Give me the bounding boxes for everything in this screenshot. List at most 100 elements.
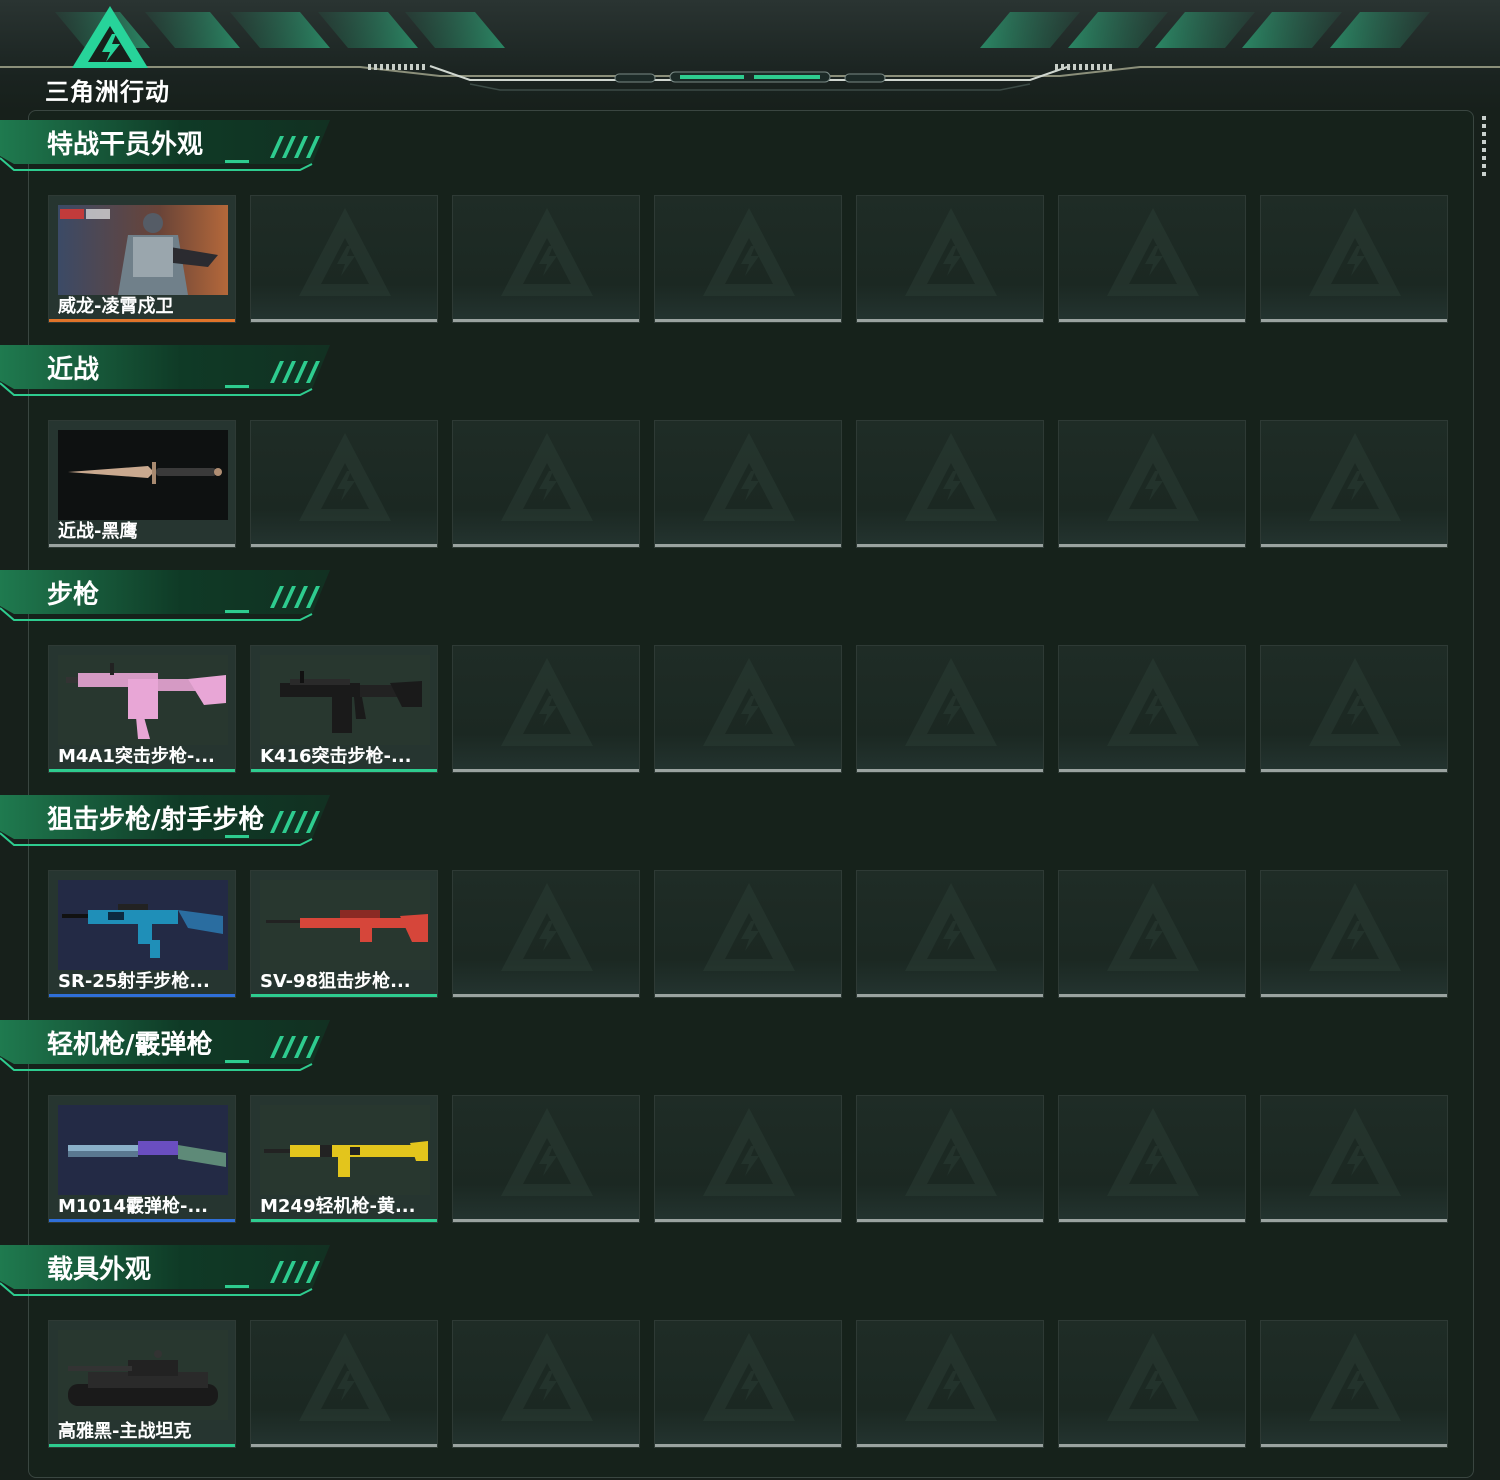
item-name: SR-25射手步枪... [58,971,210,992]
item-card[interactable]: SV-98狙击步枪... [250,870,438,998]
item-name: M1014霰弹枪-... [58,1196,208,1217]
section-header: 载具外观 [0,1245,340,1301]
item-card[interactable]: M4A1突击步枪-... [48,645,236,773]
empty-slot [250,195,438,323]
placeholder-logo-icon [905,208,997,296]
item-card[interactable]: M1014霰弹枪-... [48,1095,236,1223]
item-card[interactable]: SR-25射手步枪... [48,870,236,998]
item-name: M249轻机枪-黄... [260,1196,416,1217]
empty-slot [1058,1095,1246,1223]
item-name: M4A1突击步枪-... [58,746,215,767]
section-title: 狙击步枪/射手步枪 [47,805,265,835]
empty-slot [1058,195,1246,323]
item-card[interactable]: 威龙-凌霄戍卫 [48,195,236,323]
placeholder-logo-icon [1107,208,1199,296]
section-title: 步枪 [47,580,100,610]
placeholder-logo-icon [1309,208,1401,296]
top-banner: 三角洲行动 [0,0,1500,110]
slot-bar [1261,1219,1447,1222]
placeholder-logo-icon [1309,1108,1401,1196]
category-section: 特战干员外观威龙-凌霄戍卫 [0,120,1500,345]
empty-slot [250,420,438,548]
rarity-bar [49,319,235,322]
item-thumbnail [260,1105,430,1195]
slot-bar [1261,1444,1447,1447]
placeholder-logo-icon [1309,433,1401,521]
placeholder-logo-icon [1107,433,1199,521]
section-header: 特战干员外观 [0,120,340,176]
placeholder-logo-icon [501,883,593,971]
slot-bar [453,544,639,547]
item-thumbnail [260,880,430,970]
slot-bar [655,319,841,322]
slot-bar [1261,994,1447,997]
section-header: 轻机枪/霰弹枪 [0,1020,340,1076]
empty-slot [654,195,842,323]
empty-slot [452,1095,640,1223]
placeholder-logo-icon [299,208,391,296]
section-header: 近战 [0,345,340,401]
slot-bar [1059,1444,1245,1447]
slot-bar [857,544,1043,547]
banner-decoration [0,12,1500,91]
item-card[interactable]: M249轻机枪-黄... [250,1095,438,1223]
rarity-bar [251,1219,437,1222]
placeholder-logo-icon [299,433,391,521]
section-header: 狙击步枪/射手步枪 [0,795,340,851]
item-thumbnail [58,1105,228,1195]
placeholder-logo-icon [905,883,997,971]
slot-bar [857,1444,1043,1447]
empty-slot [1260,1095,1448,1223]
empty-slot [1058,645,1246,773]
slot-bar [857,319,1043,322]
placeholder-logo-icon [703,208,795,296]
item-card[interactable]: 近战-黑鹰 [48,420,236,548]
section-title: 轻机枪/霰弹枪 [47,1030,213,1060]
item-thumbnail [58,205,228,295]
rarity-bar [251,994,437,997]
placeholder-logo-icon [905,1333,997,1421]
placeholder-logo-icon [1107,658,1199,746]
empty-slot [1058,870,1246,998]
item-card[interactable]: K416突击步枪-... [250,645,438,773]
item-thumbnail [58,655,228,745]
section-header: 步枪 [0,570,340,626]
empty-slot [654,1320,842,1448]
category-section: 狙击步枪/射手步枪 SR-25射手步枪... SV-98狙击步枪... [0,795,1500,1020]
placeholder-logo-icon [905,658,997,746]
section-title: 近战 [47,355,100,385]
placeholder-logo-icon [1309,883,1401,971]
slot-bar [1261,319,1447,322]
section-title: 特战干员外观 [47,130,204,160]
placeholder-logo-icon [703,658,795,746]
slot-bar [453,1444,639,1447]
category-section: 轻机枪/霰弹枪 M1014霰弹枪-... M249轻机枪-黄... [0,1020,1500,1245]
slot-bar [655,544,841,547]
placeholder-logo-icon [501,658,593,746]
placeholder-logo-icon [501,1108,593,1196]
item-card[interactable]: 高雅黑-主战坦克 [48,1320,236,1448]
empty-slot [654,1095,842,1223]
placeholder-logo-icon [905,1108,997,1196]
slot-bar [1059,994,1245,997]
item-name: 威龙-凌霄戍卫 [58,296,174,317]
placeholder-logo-icon [1309,1333,1401,1421]
empty-slot [654,870,842,998]
slot-bar [655,1219,841,1222]
slot-bar [1059,544,1245,547]
empty-slot [1260,1320,1448,1448]
empty-slot [856,420,1044,548]
placeholder-logo-icon [1107,883,1199,971]
empty-slot [1260,645,1448,773]
slot-bar [857,769,1043,772]
slot-bar [1059,769,1245,772]
empty-slot [856,645,1044,773]
slot-bar [251,319,437,322]
slot-bar [251,1444,437,1447]
item-thumbnail [58,430,228,520]
empty-slot [856,1095,1044,1223]
empty-slot [250,1320,438,1448]
slot-bar [655,994,841,997]
slot-bar [1059,1219,1245,1222]
placeholder-logo-icon [1309,658,1401,746]
